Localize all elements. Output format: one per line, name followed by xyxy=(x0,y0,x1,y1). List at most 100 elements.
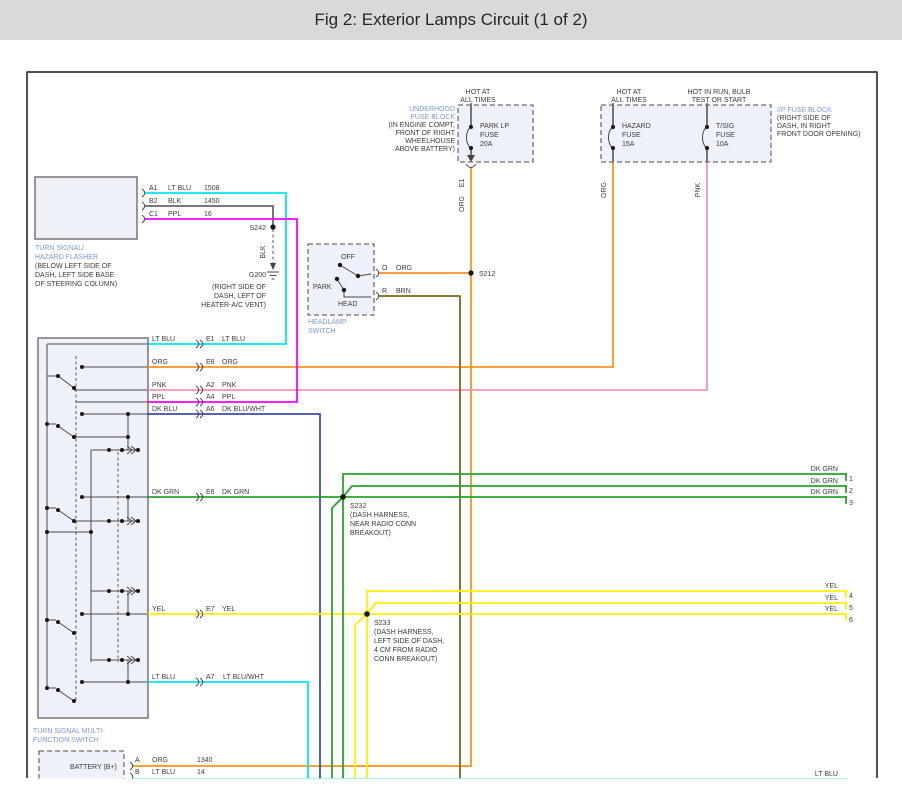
svg-text:A7: A7 xyxy=(206,674,215,681)
connector-female-icon xyxy=(466,164,476,168)
svg-text:FUSE: FUSE xyxy=(622,132,641,139)
bottom-cutoff xyxy=(0,779,902,808)
svg-text:YEL: YEL xyxy=(825,583,838,590)
svg-text:(DASH HARNESS,: (DASH HARNESS, xyxy=(374,629,434,636)
svg-text:BATTERY (B+): BATTERY (B+) xyxy=(70,764,117,771)
svg-text:PPL: PPL xyxy=(168,211,181,218)
wire-dkgrn-down1 xyxy=(332,497,343,778)
svg-text:UNDERHOOD: UNDERHOOD xyxy=(409,106,455,113)
svg-text:1508: 1508 xyxy=(204,185,220,192)
svg-text:G200: G200 xyxy=(249,272,266,279)
svg-text:ORG: ORG xyxy=(152,757,168,764)
svg-text:E7: E7 xyxy=(206,606,215,613)
svg-text:HOT AT: HOT AT xyxy=(617,89,642,96)
svg-text:16: 16 xyxy=(204,211,212,218)
svg-text:S242: S242 xyxy=(250,225,266,232)
svg-text:PNK: PNK xyxy=(152,382,167,389)
svg-text:B: B xyxy=(135,769,140,776)
svg-text:HOT IN RUN, BULB: HOT IN RUN, BULB xyxy=(688,89,751,96)
wire-dkblu-a6 xyxy=(148,414,320,778)
svg-text:6: 6 xyxy=(849,617,853,624)
wire-ltblu-a7 xyxy=(148,682,308,778)
svg-text:DK GRN: DK GRN xyxy=(811,466,838,473)
svg-text:YEL: YEL xyxy=(825,595,838,602)
svg-text:S212: S212 xyxy=(479,271,495,278)
svg-text:C1: C1 xyxy=(149,211,158,218)
svg-text:4: 4 xyxy=(849,593,853,600)
svg-text:LEFT SIDE OF DASH,: LEFT SIDE OF DASH, xyxy=(374,638,444,645)
svg-text:TURN SIGNAL/: TURN SIGNAL/ xyxy=(35,245,84,252)
svg-text:LT BLU: LT BLU xyxy=(152,674,175,681)
svg-text:LT BLU: LT BLU xyxy=(168,185,191,192)
svg-text:LT BLU: LT BLU xyxy=(222,336,245,343)
svg-text:DK GRN: DK GRN xyxy=(222,489,249,496)
svg-text:5: 5 xyxy=(849,605,853,612)
wire-pnk-tsig xyxy=(148,163,707,390)
wire-yel-down1 xyxy=(355,614,367,778)
svg-text:TURN SIGNAL MULTI-: TURN SIGNAL MULTI- xyxy=(33,728,105,735)
svg-text:10A: 10A xyxy=(716,141,729,148)
svg-text:PPL: PPL xyxy=(152,394,165,401)
svg-text:FUNCTION SWITCH: FUNCTION SWITCH xyxy=(33,737,99,744)
svg-text:HEATER-A/C VENT): HEATER-A/C VENT) xyxy=(201,302,266,309)
svg-text:20A: 20A xyxy=(480,141,493,148)
svg-text:(DASH HARNESS,: (DASH HARNESS, xyxy=(350,512,410,519)
svg-text:TEST OR START: TEST OR START xyxy=(692,97,747,104)
ground-labels: S242 BLK G200 (RIGHT SIDE OF DASH, LEFT … xyxy=(201,225,267,309)
svg-text:ORG: ORG xyxy=(459,196,466,212)
svg-text:NEAR RADIO CONN: NEAR RADIO CONN xyxy=(350,521,416,528)
svg-text:DK GRN: DK GRN xyxy=(811,489,838,496)
svg-text:DK BLU/WHT: DK BLU/WHT xyxy=(222,406,266,413)
svg-text:BLK: BLK xyxy=(260,245,267,259)
wire-org-main xyxy=(133,168,471,766)
svg-text:(RIGHT SIDE OF: (RIGHT SIDE OF xyxy=(212,284,266,291)
svg-text:HEADLAMP: HEADLAMP xyxy=(308,319,347,326)
svg-text:PNK: PNK xyxy=(222,382,237,389)
splice-s233-dot xyxy=(364,611,370,617)
svg-text:FRONT DOOR OPENING): FRONT DOOR OPENING) xyxy=(777,131,860,138)
wire-ppl-c1-a4 xyxy=(146,219,297,402)
wiring-diagram: HOT AT ALL TIMES UNDERHOOD FUSE BLOCK (I… xyxy=(0,0,902,808)
svg-text:(RIGHT SIDE OF: (RIGHT SIDE OF xyxy=(777,115,831,122)
svg-text:SWITCH: SWITCH xyxy=(308,328,336,335)
svg-text:HAZARD: HAZARD xyxy=(622,123,651,130)
svg-text:HAZARD FLASHER: HAZARD FLASHER xyxy=(35,254,98,261)
wire-brn-headlamp xyxy=(380,296,460,778)
svg-text:BLK: BLK xyxy=(168,198,182,205)
svg-text:O: O xyxy=(382,265,388,272)
svg-text:S233: S233 xyxy=(374,620,390,627)
svg-text:PNK: PNK xyxy=(695,182,702,197)
svg-text:4 CM FROM RADIO: 4 CM FROM RADIO xyxy=(374,647,438,654)
svg-text:E1: E1 xyxy=(459,179,466,188)
svg-text:1340: 1340 xyxy=(197,757,213,764)
svg-text:ORG: ORG xyxy=(222,359,238,366)
svg-text:BREAKOUT): BREAKOUT) xyxy=(350,530,391,537)
svg-text:LT BLU: LT BLU xyxy=(152,336,175,343)
svg-text:(BELOW LEFT SIDE OF: (BELOW LEFT SIDE OF xyxy=(35,263,112,270)
svg-text:ALL TIMES: ALL TIMES xyxy=(611,97,647,104)
svg-text:YEL: YEL xyxy=(152,606,165,613)
wire-ltblu-a1-e1 xyxy=(146,193,286,344)
svg-text:A6: A6 xyxy=(206,406,215,413)
svg-text:1450: 1450 xyxy=(204,198,220,205)
svg-text:ORG: ORG xyxy=(152,359,168,366)
svg-text:B2: B2 xyxy=(149,198,158,205)
svg-text:E8: E8 xyxy=(206,359,215,366)
flasher-box xyxy=(35,177,137,239)
svg-text:PARK LP: PARK LP xyxy=(480,123,509,130)
splice-s242-dot xyxy=(270,224,275,229)
svg-text:1: 1 xyxy=(849,476,853,483)
svg-text:BRN: BRN xyxy=(396,288,411,295)
svg-text:FRONT OF RIGHT: FRONT OF RIGHT xyxy=(396,130,456,137)
diagram-frame xyxy=(27,72,877,778)
splice-labels: S232 (DASH HARNESS, NEAR RADIO CONN BREA… xyxy=(350,503,444,663)
splice-s232-dot xyxy=(340,494,346,500)
svg-text:FUSE BLOCK: FUSE BLOCK xyxy=(411,114,456,121)
svg-text:3: 3 xyxy=(849,500,853,507)
svg-text:A: A xyxy=(135,757,140,764)
svg-text:PPL: PPL xyxy=(222,394,235,401)
svg-text:DASH, LEFT OF: DASH, LEFT OF xyxy=(214,293,266,300)
svg-text:DASH, LEFT SIDE BASE: DASH, LEFT SIDE BASE xyxy=(35,272,115,279)
svg-text:OF STEERING COLUMN): OF STEERING COLUMN) xyxy=(35,281,117,288)
svg-text:A4: A4 xyxy=(206,394,215,401)
